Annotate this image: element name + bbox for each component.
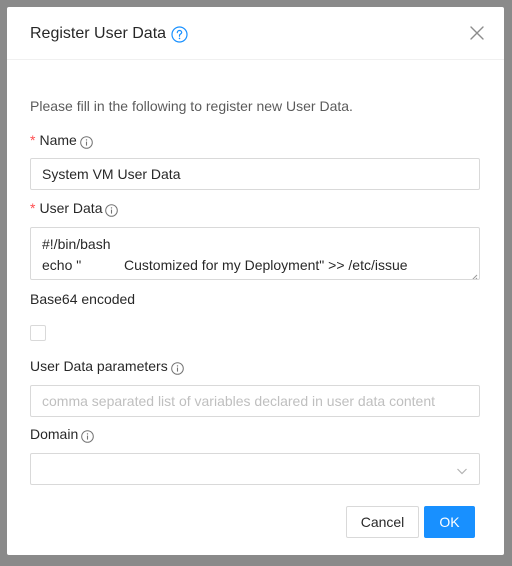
required-mark: * xyxy=(30,200,36,216)
name-input[interactable]: System VM User Data xyxy=(30,158,480,190)
resize-grip-icon[interactable] xyxy=(468,268,478,279)
userdata-line: echo " Customized for my Deployment" >> … xyxy=(42,257,408,273)
dialog-header: Register User Data xyxy=(7,7,504,60)
params-label: User Data parameters xyxy=(30,358,168,374)
params-label-row: User Data parameters xyxy=(30,356,184,376)
info-circle-icon[interactable] xyxy=(105,202,119,217)
ok-button[interactable]: OK xyxy=(424,506,475,538)
name-label-row: * Name xyxy=(30,130,93,150)
info-circle-icon[interactable] xyxy=(80,134,93,149)
base64-label: Base64 encoded xyxy=(30,291,136,307)
params-input[interactable]: comma separated list of variables declar… xyxy=(30,385,480,417)
name-label: Name xyxy=(39,132,77,148)
question-circle-icon[interactable] xyxy=(171,25,188,43)
required-mark: * xyxy=(30,132,36,148)
userdata-label-row: * User Data xyxy=(30,198,119,218)
base64-label-row: Base64 encoded xyxy=(30,289,135,309)
intro-text: Please fill in the following to register… xyxy=(30,98,353,114)
dialog-title: Register User Data xyxy=(30,25,167,42)
userdata-textarea[interactable]: #!/bin/bash echo " Customized for my Dep… xyxy=(30,227,480,280)
base64-checkbox[interactable] xyxy=(30,325,46,341)
domain-label-row: Domain xyxy=(30,424,95,444)
userdata-line: #!/bin/bash xyxy=(42,236,111,252)
chevron-down-icon xyxy=(456,464,468,476)
domain-select[interactable] xyxy=(30,453,480,485)
info-circle-icon[interactable] xyxy=(81,428,95,443)
register-user-data-dialog: Register User Data Please fill in the fo… xyxy=(7,7,504,555)
close-icon[interactable] xyxy=(468,24,486,42)
userdata-label: User Data xyxy=(39,200,103,216)
info-circle-icon[interactable] xyxy=(170,360,184,375)
domain-label: Domain xyxy=(30,426,79,442)
dialog-title-row: Register User Data xyxy=(30,23,188,45)
cancel-button[interactable]: Cancel xyxy=(346,506,419,538)
